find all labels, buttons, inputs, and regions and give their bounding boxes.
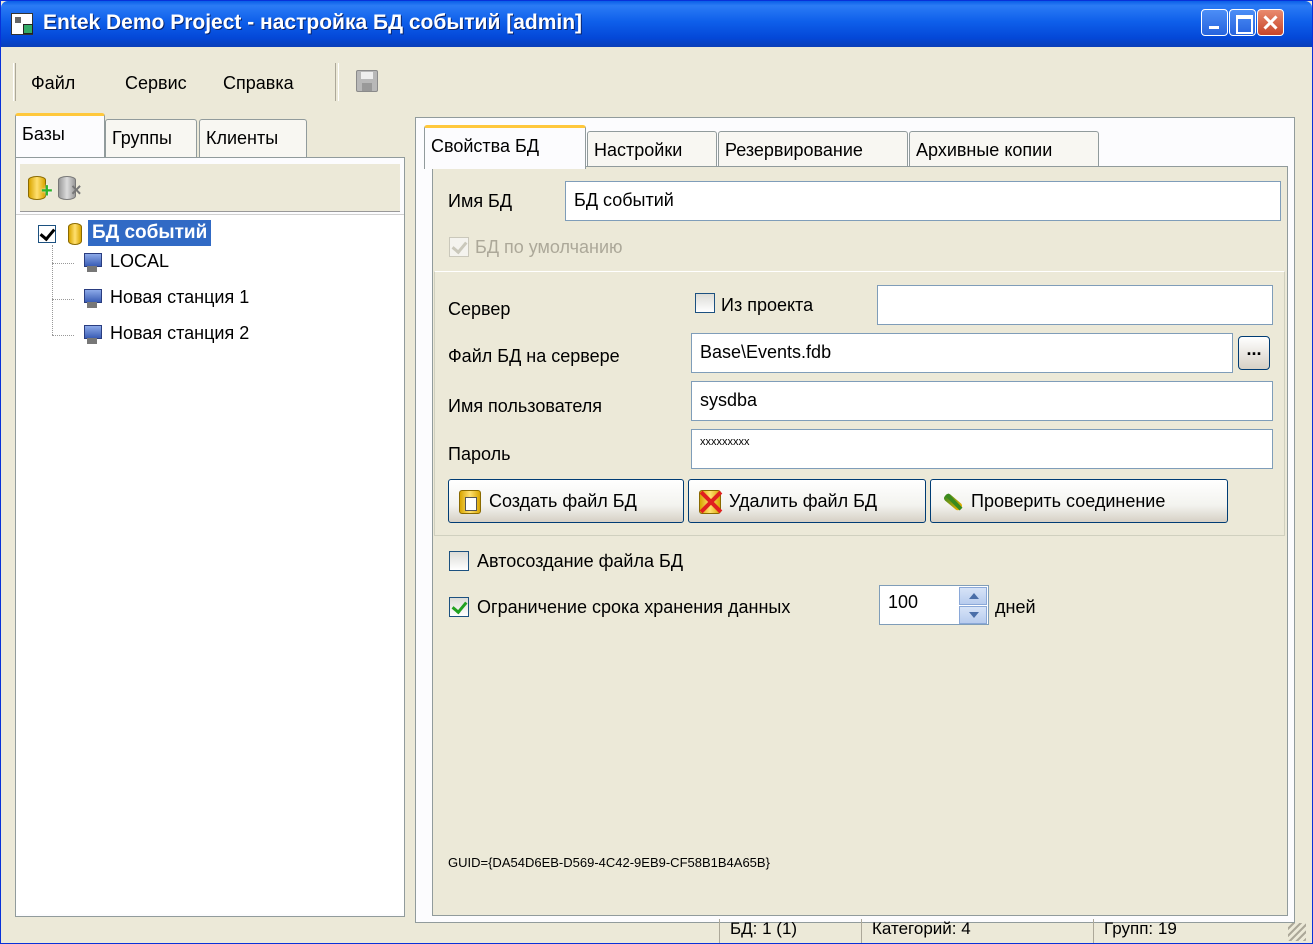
- connection-plug-icon: [941, 490, 963, 514]
- database-tree[interactable]: БД событий LOCAL Новая станция 1 Новая с…: [16, 214, 404, 914]
- password-label: Пароль: [448, 444, 511, 464]
- tree-root-label[interactable]: БД событий: [88, 220, 212, 246]
- tab-reservation[interactable]: Резервирование: [718, 131, 908, 169]
- tab-bases[interactable]: Базы: [15, 113, 105, 157]
- from-project-checkbox[interactable]: [695, 293, 715, 313]
- menu-service[interactable]: Сервис: [125, 73, 187, 94]
- check-connection-button[interactable]: Проверить соединение: [930, 479, 1228, 523]
- window-title: Entek Demo Project - настройка БД событи…: [43, 11, 583, 34]
- create-file-icon: [459, 490, 481, 514]
- delete-database-icon[interactable]: [58, 176, 82, 200]
- days-label: дней: [995, 597, 1036, 617]
- browse-file-button[interactable]: ...: [1238, 336, 1270, 370]
- spin-up-icon[interactable]: [959, 587, 987, 605]
- menu-bar: Файл Сервис Справка: [5, 55, 1308, 107]
- autocreate-checkbox[interactable]: [449, 551, 469, 571]
- maximize-button[interactable]: [1229, 9, 1256, 36]
- tree-line: [52, 245, 53, 335]
- from-project-label: Из проекта: [721, 295, 814, 315]
- create-db-file-label: Создать файл БД: [489, 491, 637, 511]
- status-bar: БД: 1 (1) Категорий: 4 Групп: 19: [5, 919, 1308, 943]
- left-panel: БД событий LOCAL Новая станция 1 Новая с…: [15, 157, 405, 917]
- menu-help[interactable]: Справка: [223, 73, 294, 94]
- delete-db-file-label: Удалить файл БД: [729, 491, 878, 511]
- days-spinner[interactable]: [959, 587, 987, 625]
- toolbar-grip[interactable]: [13, 63, 16, 101]
- toolbar-separator: [335, 63, 339, 101]
- db-name-label: Имя БД: [448, 191, 513, 211]
- tab-clients[interactable]: Клиенты: [199, 119, 307, 157]
- title-bar[interactable]: Entek Demo Project - настройка БД событи…: [1, 1, 1312, 47]
- tree-line: [52, 299, 74, 300]
- delete-file-icon: [699, 490, 721, 514]
- limit-storage-checkbox[interactable]: [449, 597, 469, 617]
- status-groups: Групп: 19: [1093, 919, 1177, 943]
- computer-icon: [84, 253, 102, 273]
- tree-line: [52, 263, 74, 264]
- status-db-count: БД: 1 (1): [719, 919, 797, 943]
- file-input[interactable]: Base\Events.fdb: [691, 333, 1233, 373]
- tab-db-properties[interactable]: Свойства БД: [424, 125, 586, 169]
- menu-file[interactable]: Файл: [31, 73, 75, 94]
- file-label: Файл БД на сервере: [448, 346, 620, 366]
- autocreate-label: Автосоздание файла БД: [477, 551, 684, 571]
- limit-storage-label: Ограничение срока хранения данных: [477, 597, 791, 617]
- tree-line: [52, 335, 74, 336]
- tree-root-checkbox[interactable]: [38, 225, 56, 243]
- app-icon[interactable]: [11, 13, 33, 35]
- tree-item-label: Новая станция 1: [110, 287, 250, 307]
- add-database-icon[interactable]: [28, 176, 53, 201]
- spin-down-icon[interactable]: [959, 606, 987, 624]
- computer-icon: [84, 289, 102, 309]
- tab-archive-copies[interactable]: Архивные копии: [909, 131, 1099, 169]
- left-toolbar: [20, 164, 400, 212]
- check-connection-label: Проверить соединение: [971, 491, 1166, 511]
- user-input[interactable]: sysdba: [691, 381, 1273, 421]
- close-button[interactable]: [1257, 9, 1284, 36]
- main-window: Entek Demo Project - настройка БД событи…: [0, 0, 1313, 944]
- delete-db-file-button[interactable]: Удалить файл БД: [688, 479, 926, 523]
- tree-item-label: Новая станция 2: [110, 323, 250, 343]
- password-input[interactable]: xxxxxxxxx: [691, 429, 1273, 469]
- db-name-input[interactable]: БД событий: [565, 181, 1281, 221]
- tab-settings[interactable]: Настройки: [587, 131, 717, 169]
- default-db-checkbox: [449, 237, 469, 257]
- server-label: Сервер: [448, 299, 511, 319]
- database-icon: [68, 223, 82, 245]
- status-categories: Категорий: 4: [861, 919, 971, 943]
- guid-label: GUID={DA54D6EB-D569-4C42-9EB9-CF58B1B4A6…: [448, 855, 770, 870]
- user-label: Имя пользователя: [448, 396, 603, 416]
- resize-grip[interactable]: [1288, 923, 1306, 941]
- tab-groups[interactable]: Группы: [105, 119, 197, 157]
- save-icon[interactable]: [356, 70, 378, 92]
- default-db-label: БД по умолчанию: [475, 237, 623, 257]
- server-input[interactable]: [877, 285, 1273, 325]
- tree-item-label: LOCAL: [110, 251, 170, 271]
- minimize-button[interactable]: [1201, 9, 1228, 36]
- computer-icon: [84, 325, 102, 345]
- create-db-file-button[interactable]: Создать файл БД: [448, 479, 684, 523]
